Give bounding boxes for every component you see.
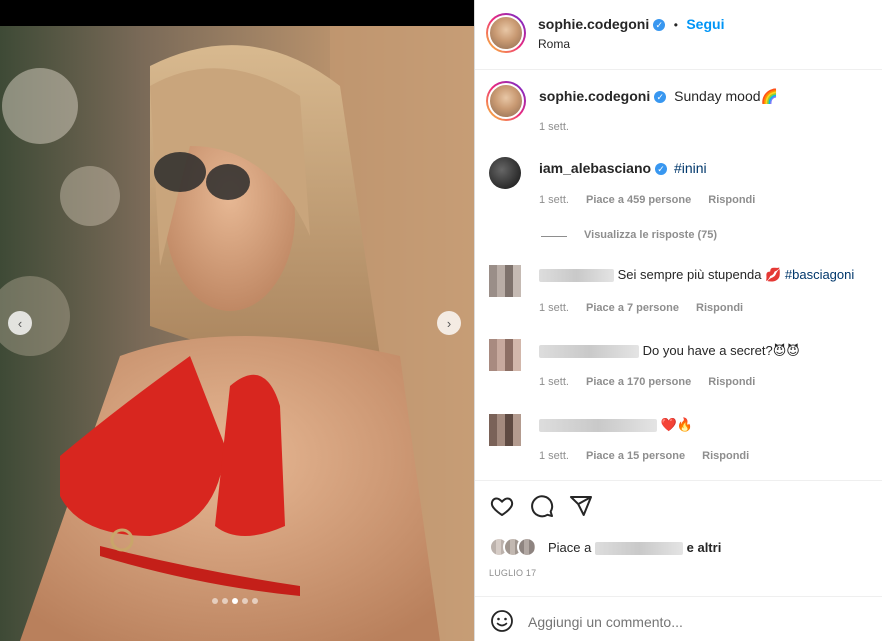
comment-hashtag[interactable]: #basciagoni (785, 267, 854, 282)
verified-icon: ✓ (653, 18, 666, 31)
commenter-avatar[interactable] (489, 414, 521, 446)
comment: iam_alebasciano ✓ #inini (539, 160, 707, 176)
caption-avatar[interactable] (486, 81, 526, 121)
heart-icon[interactable] (490, 494, 514, 518)
likes-summary: Piace a e altri (548, 540, 722, 556)
comment-meta: 1 sett. Piace a 7 persone Rispondi (539, 302, 757, 314)
post-photo (0, 26, 474, 641)
post-date[interactable]: LUGLIO 17 (489, 568, 536, 578)
blurred-username[interactable] (539, 269, 614, 283)
caption-time[interactable]: 1 sett. (539, 121, 569, 133)
comments-divider (475, 480, 882, 481)
comment-likes[interactable]: Piace a 459 persone (586, 194, 691, 206)
replies-line (541, 236, 567, 237)
carousel-dot (252, 598, 258, 604)
follow-separator: • (673, 18, 678, 32)
carousel-dots (212, 598, 258, 604)
carousel-next-button[interactable]: › (437, 311, 461, 335)
comment-text: ❤️🔥 (660, 417, 693, 432)
comment-reply-button[interactable]: Rispondi (702, 450, 749, 462)
commenter-avatar[interactable] (489, 265, 521, 297)
comment-likes[interactable]: Piace a 15 persone (586, 450, 685, 462)
comment-meta: 1 sett. Piace a 170 persone Rispondi (539, 376, 769, 388)
comment-time[interactable]: 1 sett. (539, 302, 569, 314)
author-avatar[interactable] (486, 13, 526, 53)
commenter-avatar[interactable] (489, 339, 521, 371)
likes-others-link[interactable]: e altri (687, 540, 722, 555)
caption: sophie.codegoni ✓ Sunday mood🌈 (539, 88, 778, 105)
view-replies-button[interactable]: Visualizza le risposte (75) (584, 229, 717, 241)
top-strip (0, 0, 474, 26)
post-location[interactable]: Roma (538, 37, 570, 51)
carousel-prev-button[interactable]: ‹ (8, 311, 32, 335)
comment-likes[interactable]: Piace a 170 persone (586, 376, 691, 388)
likes-prefix: Piace a (548, 540, 592, 555)
commenter-avatar[interactable] (489, 157, 521, 189)
likers-avatars[interactable] (489, 535, 541, 557)
follow-button[interactable]: Segui (686, 16, 724, 32)
caption-meta: 1 sett. (539, 121, 583, 133)
author-username[interactable]: sophie.codegoni (538, 16, 649, 32)
carousel-dot (222, 598, 228, 604)
comment-time[interactable]: 1 sett. (539, 194, 569, 206)
comment-meta: 1 sett. Piace a 459 persone Rispondi (539, 194, 769, 206)
add-comment-input[interactable] (528, 612, 858, 632)
composer-divider (475, 596, 882, 597)
post-image (0, 26, 474, 641)
comment-time[interactable]: 1 sett. (539, 450, 569, 462)
caption-text: Sunday mood🌈 (674, 88, 778, 104)
comment-text: Sei sempre più stupenda 💋 (617, 267, 782, 282)
verified-icon: ✓ (654, 91, 667, 104)
comment-icon[interactable] (530, 494, 554, 518)
comment-reply-button[interactable]: Rispondi (696, 302, 743, 314)
blurred-username[interactable] (539, 419, 657, 433)
blurred-username[interactable] (595, 542, 683, 556)
carousel-dot (212, 598, 218, 604)
comment-meta: 1 sett. Piace a 15 persone Rispondi (539, 450, 763, 462)
comment: ❤️🔥 (539, 417, 693, 433)
comment-text: Do you have a secret?😈😈 (642, 343, 800, 358)
header-divider (475, 69, 882, 70)
verified-icon: ✓ (655, 163, 668, 176)
carousel-dot (242, 598, 248, 604)
comment-reply-button[interactable]: Rispondi (708, 194, 755, 206)
comment: Do you have a secret?😈😈 (539, 343, 800, 359)
post-header: sophie.codegoni ✓ • Segui (538, 16, 724, 34)
post-modal: ‹ › sophie.codegoni ✓ • Segui Roma sophie… (0, 0, 882, 641)
comment-reply-button[interactable]: Rispondi (708, 376, 755, 388)
carousel-dot-active (232, 598, 238, 604)
comment-text[interactable]: #inini (674, 160, 707, 176)
comment: Sei sempre più stupenda 💋 #basciagoni (539, 267, 854, 283)
comment-likes[interactable]: Piace a 7 persone (586, 302, 679, 314)
comment-time[interactable]: 1 sett. (539, 376, 569, 388)
emoji-icon[interactable] (490, 609, 514, 633)
caption-username[interactable]: sophie.codegoni (539, 88, 650, 104)
share-icon[interactable] (569, 494, 593, 518)
blurred-username[interactable] (539, 345, 639, 359)
comment-username[interactable]: iam_alebasciano (539, 160, 651, 176)
